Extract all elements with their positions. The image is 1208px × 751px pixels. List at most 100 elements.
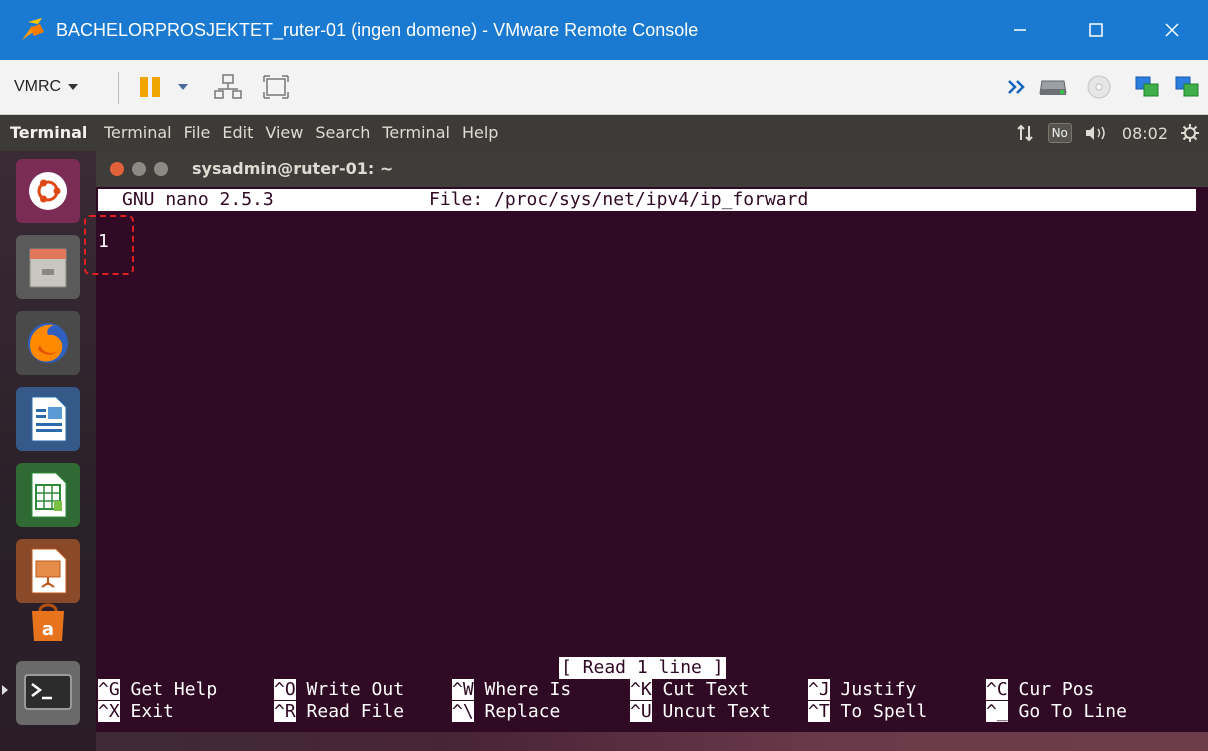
desktop-wallpaper-strip: [96, 732, 1208, 751]
app-menu-bar: Terminal File Edit View Search Terminal …: [104, 115, 498, 151]
shortcut-key: ^R: [274, 701, 296, 722]
send-ctrl-alt-del-button[interactable]: [208, 70, 248, 104]
close-button[interactable]: [1134, 0, 1208, 60]
ubuntu-dash-icon: [29, 172, 67, 210]
files-icon: [29, 248, 67, 288]
impress-icon: [31, 548, 67, 594]
menu-help[interactable]: Help: [462, 115, 498, 151]
terminal-maximize-button[interactable]: [154, 162, 168, 176]
keyboard-layout-indicator[interactable]: No: [1047, 123, 1072, 143]
clock[interactable]: 08:02: [1122, 124, 1168, 143]
terminal-close-button[interactable]: [110, 162, 124, 176]
shortcut-label: Where Is: [484, 679, 572, 700]
close-icon: [1165, 23, 1179, 37]
menu-search[interactable]: Search: [315, 115, 370, 151]
shortcut-label: Cut Text: [662, 679, 750, 700]
maximize-icon: [1089, 23, 1103, 37]
shortcut-label: Exit: [130, 701, 174, 722]
more-chevrons-icon: [1008, 80, 1025, 94]
nano-header-bar: GNU nano 2.5.3 File: /proc/sys/net/ipv4/…: [98, 189, 1196, 211]
shortcut-exit: ^X Exit: [98, 701, 174, 723]
dropdown-arrow-icon: [68, 84, 79, 90]
power-options-dropdown[interactable]: [172, 70, 194, 104]
minimize-button[interactable]: [982, 0, 1058, 60]
shortcut-label: Write Out: [306, 679, 405, 700]
shortcut-key: ^_: [986, 701, 1008, 722]
shortcut-label: Justify: [840, 679, 917, 700]
shortcut-read-file: ^R Read File: [274, 701, 404, 723]
shortcut-key: ^J: [808, 679, 830, 700]
cd-drive-button[interactable]: [1082, 70, 1116, 104]
maximize-button[interactable]: [1058, 0, 1134, 60]
window-title: BACHELORPROSJEKTET_ruter-01 (ingen domen…: [56, 20, 699, 40]
launcher-software-center[interactable]: a: [16, 591, 80, 655]
shortcut-label: Uncut Text: [662, 701, 771, 722]
settings-gear-icon[interactable]: [1180, 123, 1200, 143]
terminal-minimize-button[interactable]: [132, 162, 146, 176]
network-adapter-2-icon: [1175, 76, 1199, 97]
network-adapter-2-button[interactable]: [1170, 70, 1204, 104]
vmrc-menu-button[interactable]: VMRC: [8, 70, 85, 104]
network-icon: [214, 74, 242, 99]
menu-file[interactable]: File: [184, 115, 211, 151]
launcher-firefox[interactable]: [16, 311, 80, 375]
menu-view[interactable]: View: [265, 115, 303, 151]
shortcut-label: Replace: [484, 701, 561, 722]
shortcut-label: Get Help: [130, 679, 218, 700]
more-devices-button[interactable]: [1004, 70, 1030, 104]
shortcut-cur-pos: ^C Cur Pos: [986, 679, 1094, 701]
shortcut-label: Go To Line: [1018, 701, 1127, 722]
vmware-remote-console-icon: [22, 18, 44, 40]
launcher-files[interactable]: [16, 235, 80, 299]
vmrc-menu-label: VMRC: [14, 78, 62, 95]
terminal-body[interactable]: GNU nano 2.5.3 File: /proc/sys/net/ipv4/…: [96, 187, 1208, 732]
calc-icon: [31, 472, 67, 518]
shortcut-label: To Spell: [840, 701, 928, 722]
volume-icon[interactable]: [1084, 124, 1110, 142]
shortcut-key: ^U: [630, 701, 652, 722]
window-titlebar: BACHELORPROSJEKTET_ruter-01 (ingen domen…: [0, 0, 1208, 60]
shortcut-get-help: ^G Get Help: [98, 679, 217, 701]
vmrc-toolbar: VMRC: [0, 60, 1208, 115]
shortcut-write-out: ^O Write Out: [274, 679, 404, 701]
hard-disk-button[interactable]: [1036, 70, 1070, 104]
pause-button[interactable]: [134, 70, 166, 104]
software-center-icon: a: [32, 603, 64, 641]
terminal-icon: [24, 674, 72, 710]
shortcut-key: ^X: [98, 701, 120, 722]
launcher-dash[interactable]: [16, 159, 80, 223]
panel-indicators: No 08:02: [1016, 115, 1200, 151]
shortcut-key: ^T: [808, 701, 830, 722]
shortcut-label: Cur Pos: [1018, 679, 1095, 700]
shortcut-uncut-text: ^U Uncut Text: [630, 701, 771, 723]
minimize-icon: [1014, 29, 1026, 31]
launcher-writer[interactable]: [16, 387, 80, 451]
menu-edit[interactable]: Edit: [222, 115, 253, 151]
cd-drive-icon: [1087, 75, 1111, 99]
shortcut-label: Read File: [306, 701, 405, 722]
nano-version: GNU nano 2.5.3: [122, 189, 274, 210]
nano-status-message: [ Read 1 line ]: [559, 657, 726, 679]
fullscreen-button[interactable]: [258, 70, 294, 104]
active-app-indicator: [2, 685, 8, 695]
network-transfer-icon[interactable]: [1016, 124, 1036, 142]
ubuntu-top-panel: Terminal Terminal File Edit View Search …: [0, 115, 1208, 151]
shortcut-justify: ^J Justify: [808, 679, 916, 701]
menu-terminal-2[interactable]: Terminal: [382, 115, 450, 151]
network-adapter-icon: [1135, 76, 1159, 97]
launcher-terminal[interactable]: [16, 661, 80, 725]
shortcut-where-is: ^W Where Is: [452, 679, 571, 701]
shortcut-key: ^W: [452, 679, 474, 700]
pause-icon: [140, 77, 160, 97]
network-adapter-button[interactable]: [1130, 70, 1164, 104]
nano-file-path: File: /proc/sys/net/ipv4/ip_forward: [429, 189, 809, 210]
shortcut-to-spell: ^T To Spell: [808, 701, 927, 723]
terminal-title: sysadmin@ruter-01: ~: [192, 159, 394, 178]
shortcut-cut-text: ^K Cut Text: [630, 679, 749, 701]
menu-terminal[interactable]: Terminal: [104, 115, 172, 151]
launcher-calc[interactable]: [16, 463, 80, 527]
dropdown-arrow-icon: [178, 84, 188, 90]
shortcut-key: ^\: [452, 701, 474, 722]
shortcut-go-to-line: ^_ Go To Line: [986, 701, 1127, 723]
shortcut-key: ^K: [630, 679, 652, 700]
